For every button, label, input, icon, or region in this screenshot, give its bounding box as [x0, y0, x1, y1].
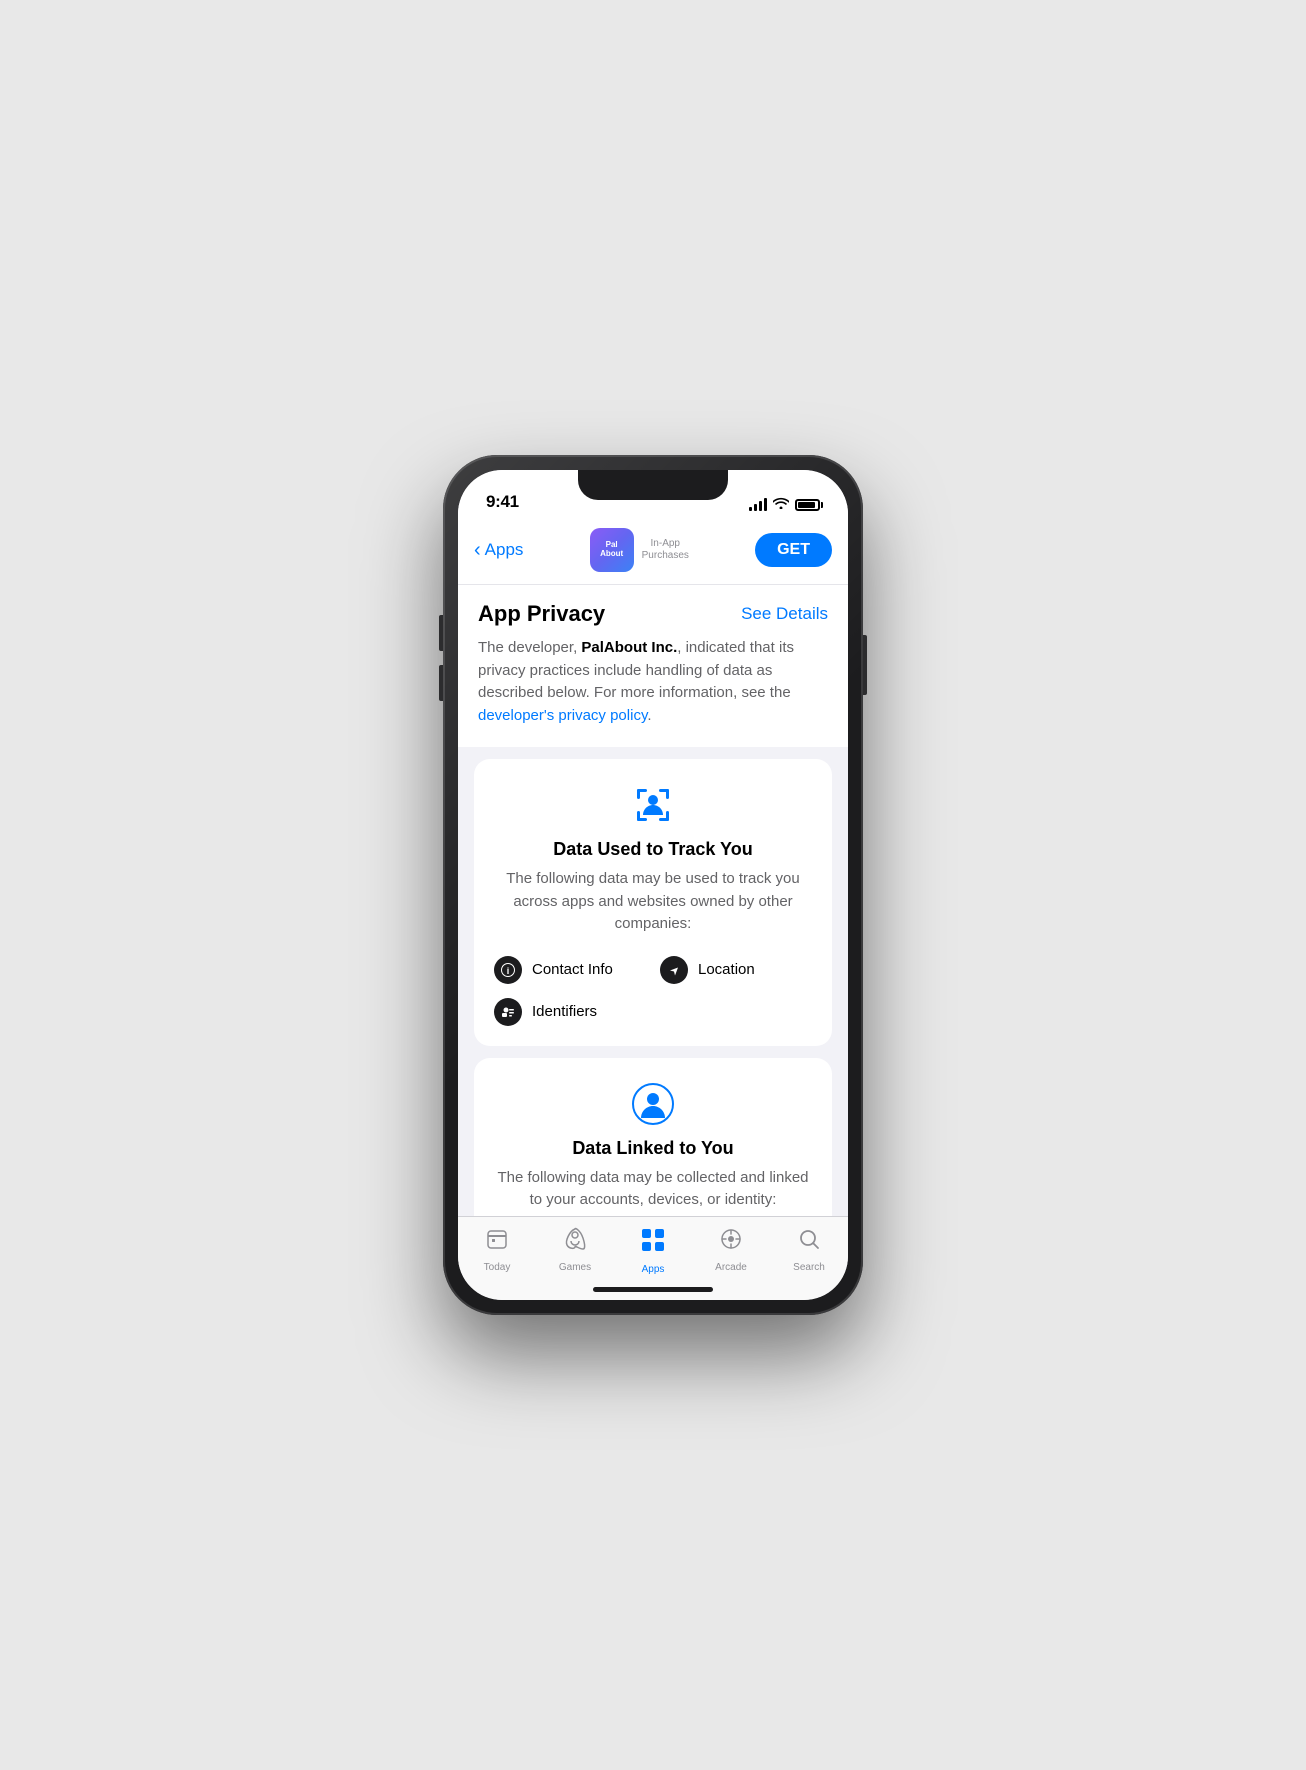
privacy-title: App Privacy [478, 601, 605, 627]
track-item-contact: i Contact Info [494, 956, 646, 984]
back-chevron-icon: ‹ [474, 539, 481, 562]
back-label: Apps [485, 540, 524, 560]
in-app-purchases-label: In-AppPurchases [642, 538, 689, 562]
tab-today-label: Today [484, 1262, 511, 1273]
privacy-policy-link[interactable]: developer's privacy policy [478, 707, 647, 724]
tab-apps-label: Apps [642, 1264, 665, 1275]
signal-icon [749, 499, 767, 511]
tab-apps[interactable]: Apps [614, 1227, 692, 1275]
linked-card-desc: The following data may be collected and … [494, 1167, 812, 1212]
phone-device: 9:41 [443, 455, 863, 1315]
track-item-location: Location [660, 956, 812, 984]
location-icon [660, 956, 688, 984]
tab-today[interactable]: Today [458, 1227, 536, 1273]
track-card-desc: The following data may be used to track … [494, 868, 812, 936]
card-linked-you: Data Linked to You The following data ma… [474, 1058, 832, 1217]
linked-card-title: Data Linked to You [494, 1138, 812, 1159]
header-center: PalAbout In-AppPurchases [590, 528, 689, 572]
search-icon [797, 1227, 821, 1258]
track-icon [494, 783, 812, 827]
svg-text:i: i [507, 966, 510, 976]
tab-games[interactable]: Games [536, 1227, 614, 1273]
volume-down-button[interactable] [439, 665, 443, 701]
contact-info-icon: i [494, 956, 522, 984]
privacy-description: The developer, PalAbout Inc., indicated … [478, 637, 828, 727]
phone-screen: 9:41 [458, 470, 848, 1300]
volume-up-button[interactable] [439, 615, 443, 651]
tab-arcade-label: Arcade [715, 1262, 747, 1273]
games-icon [563, 1227, 587, 1258]
notch [578, 470, 728, 500]
card-track-you: Data Used to Track You The following dat… [474, 759, 832, 1046]
track-data-items: i Contact Info Location [494, 952, 812, 1026]
track-identifiers-label: Identifiers [532, 1003, 597, 1020]
home-indicator [593, 1287, 713, 1292]
track-contact-label: Contact Info [532, 961, 613, 978]
arcade-icon [719, 1227, 743, 1258]
track-item-identifiers: Identifiers [494, 998, 646, 1026]
get-button[interactable]: GET [755, 533, 832, 567]
tab-search-label: Search [793, 1262, 825, 1273]
tab-search[interactable]: Search [770, 1227, 848, 1273]
identifiers-icon [494, 998, 522, 1026]
track-location-label: Location [698, 961, 755, 978]
status-time: 9:41 [486, 492, 519, 512]
power-button[interactable] [863, 635, 867, 695]
apps-icon [640, 1227, 666, 1260]
wifi-icon [773, 497, 789, 512]
tab-arcade[interactable]: Arcade [692, 1227, 770, 1273]
privacy-title-row: App Privacy See Details [478, 601, 828, 627]
privacy-header-section: App Privacy See Details The developer, P… [458, 585, 848, 747]
track-card-title: Data Used to Track You [494, 839, 812, 860]
back-button[interactable]: ‹ Apps [474, 539, 523, 562]
battery-icon [795, 499, 820, 511]
see-details-link[interactable]: See Details [741, 604, 828, 624]
content-area[interactable]: App Privacy See Details The developer, P… [458, 585, 848, 1216]
tab-games-label: Games [559, 1262, 591, 1273]
app-icon-text: PalAbout [600, 541, 623, 559]
linked-icon [494, 1082, 812, 1126]
status-icons [749, 497, 820, 512]
today-icon [485, 1227, 509, 1258]
app-icon: PalAbout [590, 528, 634, 572]
navigation-header: ‹ Apps PalAbout In-AppPurchases GET [458, 520, 848, 585]
